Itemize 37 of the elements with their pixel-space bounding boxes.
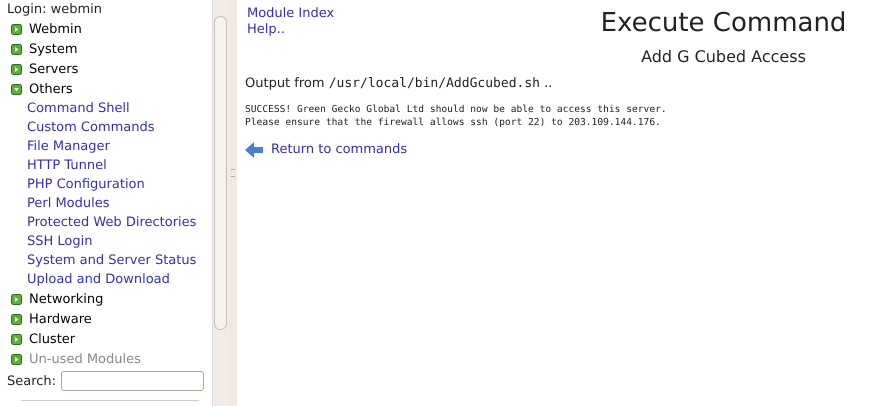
category-link[interactable]: Others <box>29 82 73 96</box>
search-label: Search: <box>7 374 56 388</box>
category-link[interactable]: Cluster <box>29 332 76 346</box>
module-link[interactable]: PHP Configuration <box>7 175 212 194</box>
module-link[interactable]: Perl Modules <box>7 194 212 213</box>
page-title: Execute Command <box>600 7 848 40</box>
module-link[interactable]: SSH Login <box>7 232 212 251</box>
expand-icon[interactable] <box>11 24 22 34</box>
module-link[interactable]: HTTP Tunnel <box>7 156 212 175</box>
collapse-icon[interactable] <box>11 84 22 94</box>
search-field[interactable] <box>61 371 204 391</box>
scrollbar[interactable] <box>212 0 229 406</box>
expand-icon[interactable] <box>11 334 22 344</box>
category-link[interactable]: Webmin <box>29 22 82 36</box>
expand-icon[interactable] <box>11 64 22 74</box>
expand-icon[interactable] <box>11 294 22 304</box>
nav-link[interactable]: Help.. <box>247 22 497 38</box>
category-link[interactable]: System <box>29 42 78 56</box>
page-subtitle: Add G Cubed Access <box>640 47 807 66</box>
expand-icon[interactable] <box>11 44 22 54</box>
expand-icon[interactable] <box>11 314 22 324</box>
module-link[interactable]: Custom Commands <box>7 118 212 137</box>
command-output: SUCCESS! Green Gecko Global Ltd should now be able to access this server. Please ensure that the firewall allows ssh (port 22) to 203.109.144.176. <box>245 103 668 129</box>
nav-link[interactable]: Module Index <box>247 6 497 22</box>
category-link[interactable]: Networking <box>29 292 104 306</box>
output-heading: Output from /usr/local/bin/AddGcubed.sh .. <box>245 76 554 91</box>
return-link[interactable]: Return to commands <box>271 142 408 158</box>
category-link[interactable]: Hardware <box>29 312 92 326</box>
module-link[interactable]: System and Server Status <box>7 251 212 270</box>
module-link[interactable]: Protected Web Directories <box>7 213 212 232</box>
back-arrow-icon[interactable] <box>245 142 263 158</box>
login-label: Login: webmin <box>7 2 103 19</box>
module-link[interactable]: Command Shell <box>7 99 212 118</box>
category-link[interactable]: Servers <box>29 62 78 76</box>
module-link[interactable]: File Manager <box>7 137 212 156</box>
module-link[interactable]: Upload and Download <box>7 270 212 289</box>
scrollbar-thumb[interactable] <box>214 16 227 330</box>
